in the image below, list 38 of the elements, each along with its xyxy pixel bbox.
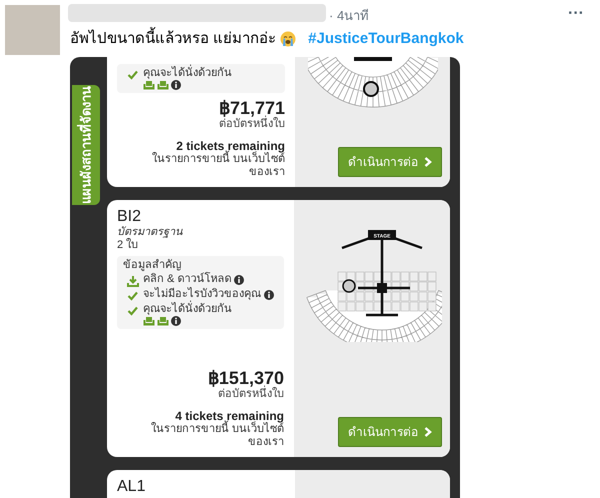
feature-text: จะไม่มีอะไรบังวิวของคุณ (143, 288, 261, 300)
chevron-right-icon (424, 427, 432, 437)
ticket-price: ฿71,771 (218, 97, 285, 118)
seat-icon (143, 80, 155, 90)
more-menu[interactable]: ··· (568, 2, 584, 26)
check-icon (127, 69, 139, 81)
seat-icon (157, 316, 169, 326)
crying-face-icon (280, 31, 296, 48)
tweet-text: อัพไปขนาดนี้แล้วหรอ แย่มากอ่ะ (70, 28, 276, 50)
ticket-type: บัตรมาตรฐาน (117, 226, 184, 238)
info-icon (171, 80, 181, 90)
remaining-note: ในรายการขายนี้ บนเว็บไซต์ของเรา (135, 153, 285, 179)
price-note: ต่อบัตรหนึ่งใบ (219, 118, 285, 131)
feature-text: คลิก & ดาวน์โหลด (143, 273, 232, 286)
remaining-note: ในรายการขายนี้ บนเว็บไซต์ของเรา (134, 423, 284, 449)
ticket-price: ฿151,370 (208, 367, 284, 388)
info-icon (234, 274, 244, 284)
feature-text: คุณจะได้นั่งด้วยกัน (143, 303, 232, 316)
seat-icon (157, 80, 169, 90)
info-icon (171, 316, 181, 326)
info-title: ข้อมูลสำคัญ (123, 259, 182, 272)
hashtag-link[interactable]: #JusticeTourBangkok (308, 28, 464, 50)
feature-text: คุณจะได้นั่งด้วยกัน (143, 67, 232, 80)
section-name: BI2 (117, 208, 142, 226)
chevron-right-icon (424, 157, 432, 167)
continue-button[interactable]: ดำเนินการต่อ (338, 147, 442, 177)
info-icon (264, 290, 274, 300)
avatar-placeholder (5, 5, 60, 55)
check-icon (127, 290, 139, 302)
continue-button[interactable]: ดำเนินการต่อ (338, 417, 442, 447)
venue-map-tab[interactable]: แผนผังสถานที่จัดงาน (72, 85, 100, 205)
download-icon (127, 275, 139, 287)
seat-icon (143, 316, 155, 326)
tweet-time: · 4นาที (329, 7, 370, 25)
ticket-quantity: 2 ใบ (117, 239, 140, 252)
check-icon (127, 305, 139, 317)
price-note: ต่อบัตรหนึ่งใบ (218, 388, 284, 401)
section-name: AL1 (117, 478, 146, 496)
